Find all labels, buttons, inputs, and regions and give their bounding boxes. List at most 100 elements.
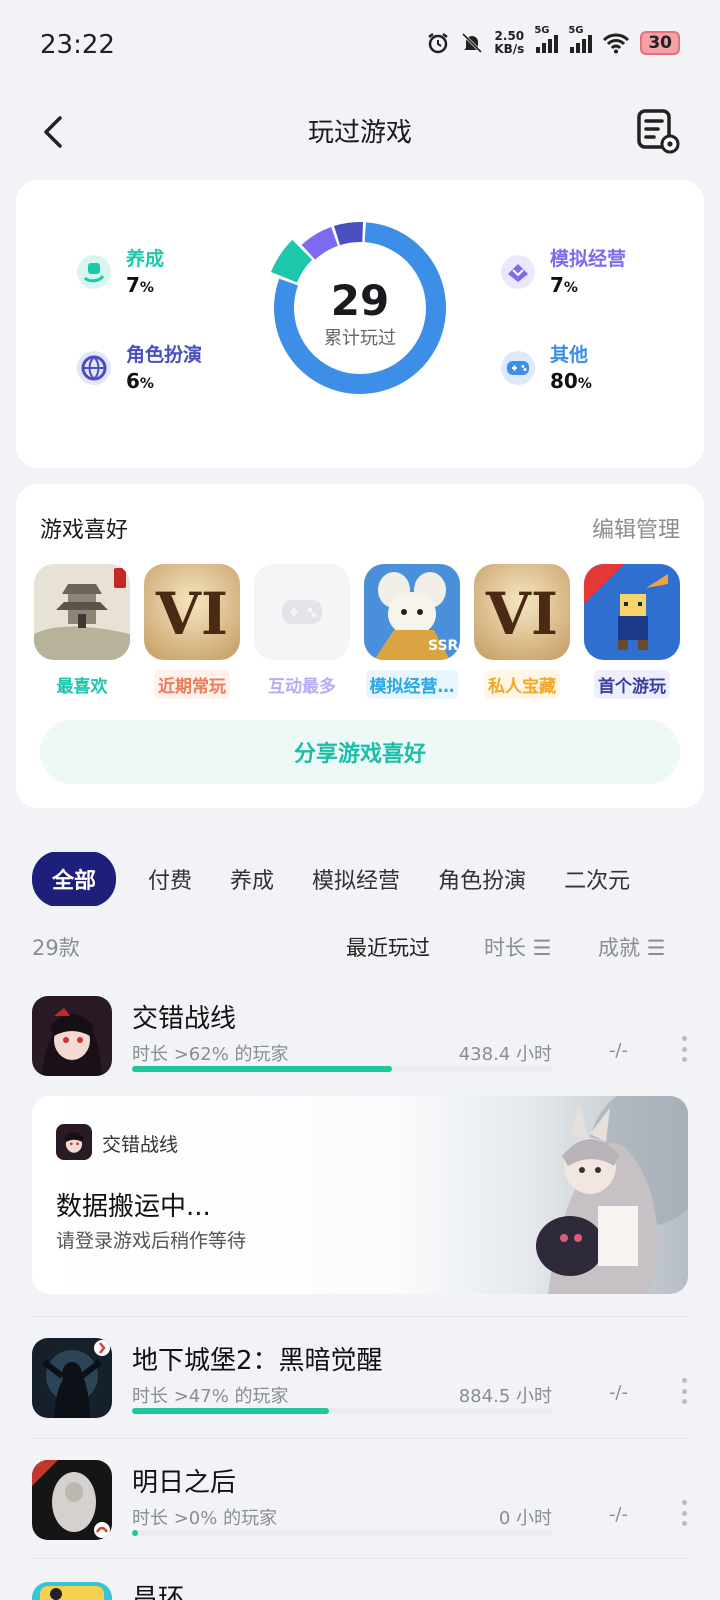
- divider: [32, 1438, 688, 1439]
- nurture-icon: [77, 255, 111, 289]
- tab-anime[interactable]: 二次元: [558, 863, 636, 895]
- game-preference-card: 游戏喜好 编辑管理 最喜欢 VI 近期常玩 互动最多 SSR 模拟经营… VI …: [16, 484, 704, 808]
- signal-icon: 5G: [534, 25, 559, 53]
- more-options-icon[interactable]: [680, 1500, 688, 1526]
- game-row[interactable]: 地下城堡2：黑暗觉醒 时长 >47% 的玩家 884.5 小时 -/-: [32, 1338, 688, 1434]
- game-title: 地下城堡2：黑暗觉醒: [132, 1346, 383, 1376]
- game-title: 昌环: [132, 1584, 185, 1600]
- game-icon-temple: [34, 564, 130, 660]
- game-icon-girl-red: [56, 1124, 92, 1160]
- data-migration-banner[interactable]: 交错战线 数据搬运中... 请登录游戏后稍作等待: [32, 1096, 688, 1294]
- bell-muted-icon: [462, 32, 483, 54]
- game-playtime-rank: 时长 >62% 的玩家: [132, 1044, 289, 1065]
- game-icon-pixel-hero: [584, 564, 680, 660]
- divider: [32, 1316, 688, 1317]
- game-achievement: -/-: [608, 1504, 628, 1525]
- more-options-icon[interactable]: [680, 1378, 688, 1404]
- playtime-progress-track: [132, 1066, 552, 1072]
- svg-text:VI: VI: [155, 580, 228, 648]
- net-speed: 2.50 KB/s: [494, 29, 525, 56]
- pref-game-favorite[interactable]: 最喜欢: [34, 564, 130, 699]
- banner-game-name: 交错战线: [102, 1134, 179, 1156]
- page-title: 玩过游戏: [307, 118, 412, 148]
- game-icon-survivor: [32, 1460, 112, 1540]
- pref-tag: 最喜欢: [56, 677, 108, 697]
- battery-indicator: 30: [640, 31, 680, 55]
- pref-game-simulation[interactable]: SSR 模拟经营…: [364, 564, 460, 699]
- playtime-progress-track: [132, 1530, 552, 1536]
- stat-value: 80%: [550, 369, 592, 393]
- donut-segment-养成: [270, 239, 313, 284]
- manage-settings-icon[interactable]: [636, 108, 680, 154]
- banner-subtitle: 请登录游戏后稍作等待: [56, 1230, 247, 1252]
- tab-roleplay[interactable]: 角色扮演: [432, 863, 532, 895]
- banner-title: 数据搬运中...: [56, 1192, 211, 1222]
- pref-tag: 互动最多: [268, 677, 336, 697]
- pref-tag: 首个游玩: [594, 670, 670, 699]
- pref-tag: 私人宝藏: [484, 670, 560, 699]
- game-title: 交错战线: [132, 1004, 237, 1034]
- divider: [32, 1558, 688, 1559]
- stat-nurture: 养成 7%: [76, 244, 164, 297]
- game-icon-civ6: VI: [474, 564, 570, 660]
- svg-text:SSR: SSR: [428, 638, 459, 654]
- game-row[interactable]: 交错战线 时长 >62% 的玩家 438.4 小时 -/-: [32, 996, 688, 1092]
- stat-simulation: 模拟经营 7%: [500, 244, 626, 297]
- game-playtime-rank: 时长 >47% 的玩家: [132, 1386, 289, 1407]
- pref-tag: 近期常玩: [154, 670, 230, 699]
- game-icon-placeholder: [254, 564, 350, 660]
- top-app-bar: 玩过游戏: [0, 96, 720, 168]
- tab-nurture[interactable]: 养成: [224, 863, 280, 895]
- game-achievement: -/-: [608, 1040, 628, 1061]
- preference-games: 最喜欢 VI 近期常玩 互动最多 SSR 模拟经营… VI 私人宝藏 首个游玩: [34, 564, 694, 699]
- list-sort-bar: 29款 最近玩过 时长 ☰ 成就 ☰: [32, 928, 688, 968]
- pref-game-first[interactable]: 首个游玩: [584, 564, 680, 699]
- sort-by-achievement[interactable]: 成就 ☰: [598, 932, 666, 962]
- stat-value: 7%: [126, 273, 154, 297]
- game-hours: 0 小时: [498, 1508, 552, 1529]
- sort-by-time[interactable]: 时长 ☰: [484, 932, 552, 962]
- sort-recent[interactable]: 最近玩过: [346, 932, 430, 962]
- tab-simulation[interactable]: 模拟经营: [306, 863, 406, 895]
- tab-all[interactable]: 全部: [32, 852, 117, 906]
- status-icons: 2.50 KB/s 5G 5G 30: [426, 25, 680, 56]
- game-count: 29款: [32, 936, 80, 960]
- pref-game-treasure[interactable]: VI 私人宝藏: [474, 564, 570, 699]
- game-icon-dark-castle: [32, 1338, 112, 1418]
- status-time: 23:22: [40, 30, 115, 60]
- stat-label: 养成: [126, 248, 165, 270]
- game-row[interactable]: 明日之后 时长 >0% 的玩家 0 小时 -/-: [32, 1460, 688, 1556]
- alarm-icon: [428, 33, 449, 54]
- section-title: 游戏喜好: [40, 518, 129, 543]
- wifi-icon: [603, 33, 630, 54]
- total-played-label: 累计玩过: [324, 328, 396, 349]
- share-preference-button[interactable]: 分享游戏喜好: [40, 720, 680, 784]
- pref-tag: 模拟经营…: [365, 670, 459, 699]
- donut-segment-角色扮演: [333, 222, 363, 246]
- total-played-count: 29: [330, 276, 390, 325]
- playtime-progress-fill: [132, 1408, 330, 1414]
- pref-game-interact[interactable]: 互动最多: [254, 564, 350, 699]
- game-icon-girl-red: [32, 996, 112, 1076]
- globe-icon: [77, 351, 111, 385]
- building-blocks-icon: [501, 255, 535, 289]
- stat-label: 角色扮演: [126, 344, 203, 366]
- stat-label: 模拟经营: [550, 248, 627, 270]
- stat-value: 6%: [126, 369, 154, 393]
- game-row[interactable]: 昌环: [32, 1578, 688, 1600]
- more-options-icon[interactable]: [680, 1036, 688, 1062]
- tab-paid[interactable]: 付费: [142, 863, 198, 895]
- category-tabs: 全部 付费 养成 模拟经营 角色扮演 二次元: [32, 852, 720, 906]
- playtime-progress-fill: [132, 1066, 393, 1072]
- game-icon-civ6: VI: [144, 564, 240, 660]
- status-bar: 23:22 2.50 KB/s 5G 5G 30: [0, 0, 720, 96]
- game-hours: 438.4 小时: [458, 1044, 552, 1065]
- pref-game-recent[interactable]: VI 近期常玩: [144, 564, 240, 699]
- stat-label: 其他: [550, 344, 589, 366]
- signal-icon: 5G: [568, 25, 593, 53]
- stat-value: 7%: [550, 273, 578, 297]
- game-achievement: -/-: [608, 1382, 628, 1403]
- edit-manage-link[interactable]: 编辑管理: [592, 512, 680, 544]
- playtime-progress-fill: [132, 1530, 138, 1536]
- game-icon-colorful: [32, 1582, 112, 1600]
